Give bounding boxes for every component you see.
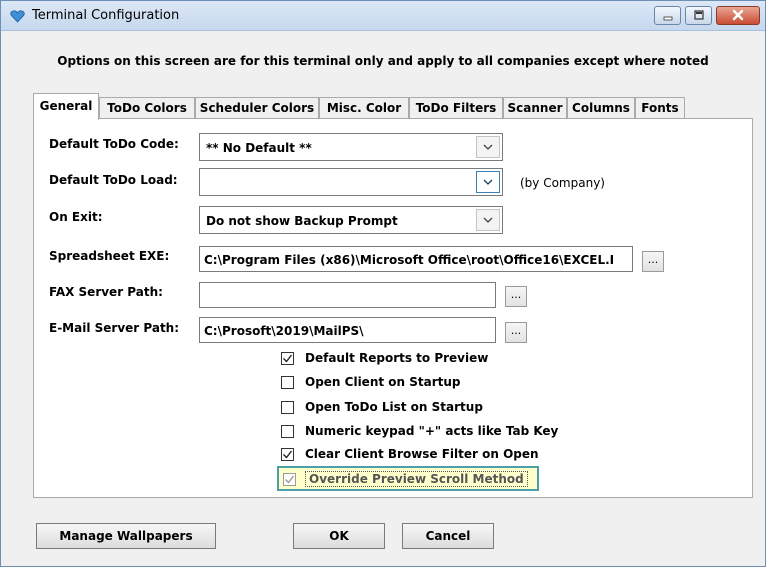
- override-preview-scroll-method-checkbox[interactable]: Override Preview Scroll Method: [277, 466, 539, 491]
- email-server-path-browse-button[interactable]: ...: [505, 322, 527, 343]
- checkbox-box[interactable]: [281, 352, 294, 365]
- spreadsheet-exe-browse-button[interactable]: ...: [642, 251, 664, 272]
- checkbox-box[interactable]: [283, 473, 296, 486]
- by-company-note: (by Company): [520, 176, 605, 190]
- on-exit-combo[interactable]: Do not show Backup Prompt: [199, 206, 503, 234]
- ok-button[interactable]: OK: [293, 523, 385, 549]
- terminal-configuration-window: Terminal Configuration Options on this s…: [0, 0, 766, 567]
- email-server-path-value: C:\Prosoft\2019\MailPS\: [204, 324, 364, 338]
- checkbox-box[interactable]: [281, 448, 294, 461]
- fax-server-path-browse-button[interactable]: ...: [505, 286, 527, 307]
- fax-server-path-input[interactable]: [199, 282, 496, 308]
- spreadsheet-exe-input[interactable]: C:\Program Files (x86)\Microsoft Office\…: [199, 246, 633, 272]
- close-icon: [732, 9, 744, 21]
- checkbox-box[interactable]: [281, 376, 294, 389]
- checkbox-box[interactable]: [281, 425, 294, 438]
- checkbox-label: Open Client on Startup: [305, 375, 461, 389]
- tab-misc-color[interactable]: Misc. Color: [319, 97, 409, 119]
- chevron-down-icon: [483, 179, 493, 185]
- on-exit-value: Do not show Backup Prompt: [206, 214, 398, 228]
- checkbox-box[interactable]: [281, 401, 294, 414]
- chevron-down-icon: [483, 217, 493, 223]
- tab-todo-filters[interactable]: ToDo Filters: [409, 97, 503, 119]
- checkbox-label: Open ToDo List on Startup: [305, 400, 483, 414]
- default-todo-code-combo[interactable]: ** No Default **: [199, 133, 503, 161]
- maximize-icon: [693, 10, 704, 20]
- default-todo-load-dropdown[interactable]: [476, 171, 500, 193]
- tab-fonts[interactable]: Fonts: [635, 97, 685, 119]
- email-server-path-label: E-Mail Server Path:: [49, 321, 180, 335]
- default-todo-load-combo[interactable]: [199, 168, 503, 196]
- maximize-button[interactable]: [685, 6, 712, 25]
- manage-wallpapers-button[interactable]: Manage Wallpapers: [36, 523, 216, 549]
- minimize-button[interactable]: [654, 6, 681, 25]
- default-todo-code-value: ** No Default **: [206, 141, 312, 155]
- tab-todo-colors[interactable]: ToDo Colors: [99, 97, 195, 119]
- checkmark-icon: [283, 354, 293, 363]
- spreadsheet-exe-value: C:\Program Files (x86)\Microsoft Office\…: [204, 253, 615, 267]
- fax-server-path-label: FAX Server Path:: [49, 285, 163, 299]
- title-bar[interactable]: Terminal Configuration: [1, 1, 765, 31]
- checkmark-icon: [285, 475, 295, 484]
- checkbox-label: Default Reports to Preview: [305, 351, 489, 365]
- default-todo-load-label: Default ToDo Load:: [49, 173, 178, 187]
- minimize-icon: [663, 16, 672, 21]
- spreadsheet-exe-label: Spreadsheet EXE:: [49, 249, 170, 263]
- on-exit-dropdown[interactable]: [476, 209, 500, 231]
- default-todo-code-label: Default ToDo Code:: [49, 137, 179, 151]
- window-title: Terminal Configuration: [32, 8, 180, 23]
- tab-scanner[interactable]: Scanner: [503, 97, 567, 119]
- default-todo-code-dropdown[interactable]: [476, 136, 500, 158]
- cancel-button[interactable]: Cancel: [402, 523, 494, 549]
- tab-scheduler-colors[interactable]: Scheduler Colors: [195, 97, 319, 119]
- checkbox-label: Override Preview Scroll Method: [305, 471, 528, 487]
- app-icon: [10, 10, 25, 23]
- info-text: Options on this screen are for this term…: [57, 54, 709, 68]
- checkmark-icon: [283, 450, 293, 459]
- chevron-down-icon: [483, 144, 493, 150]
- close-button[interactable]: [716, 6, 760, 25]
- checkbox-label: Clear Client Browse Filter on Open: [305, 447, 539, 461]
- tab-columns[interactable]: Columns: [567, 97, 635, 119]
- checkbox-label: Numeric keypad "+" acts like Tab Key: [305, 424, 559, 438]
- on-exit-label: On Exit:: [49, 210, 103, 224]
- tab-general[interactable]: General: [33, 93, 99, 120]
- email-server-path-input[interactable]: C:\Prosoft\2019\MailPS\: [199, 317, 496, 343]
